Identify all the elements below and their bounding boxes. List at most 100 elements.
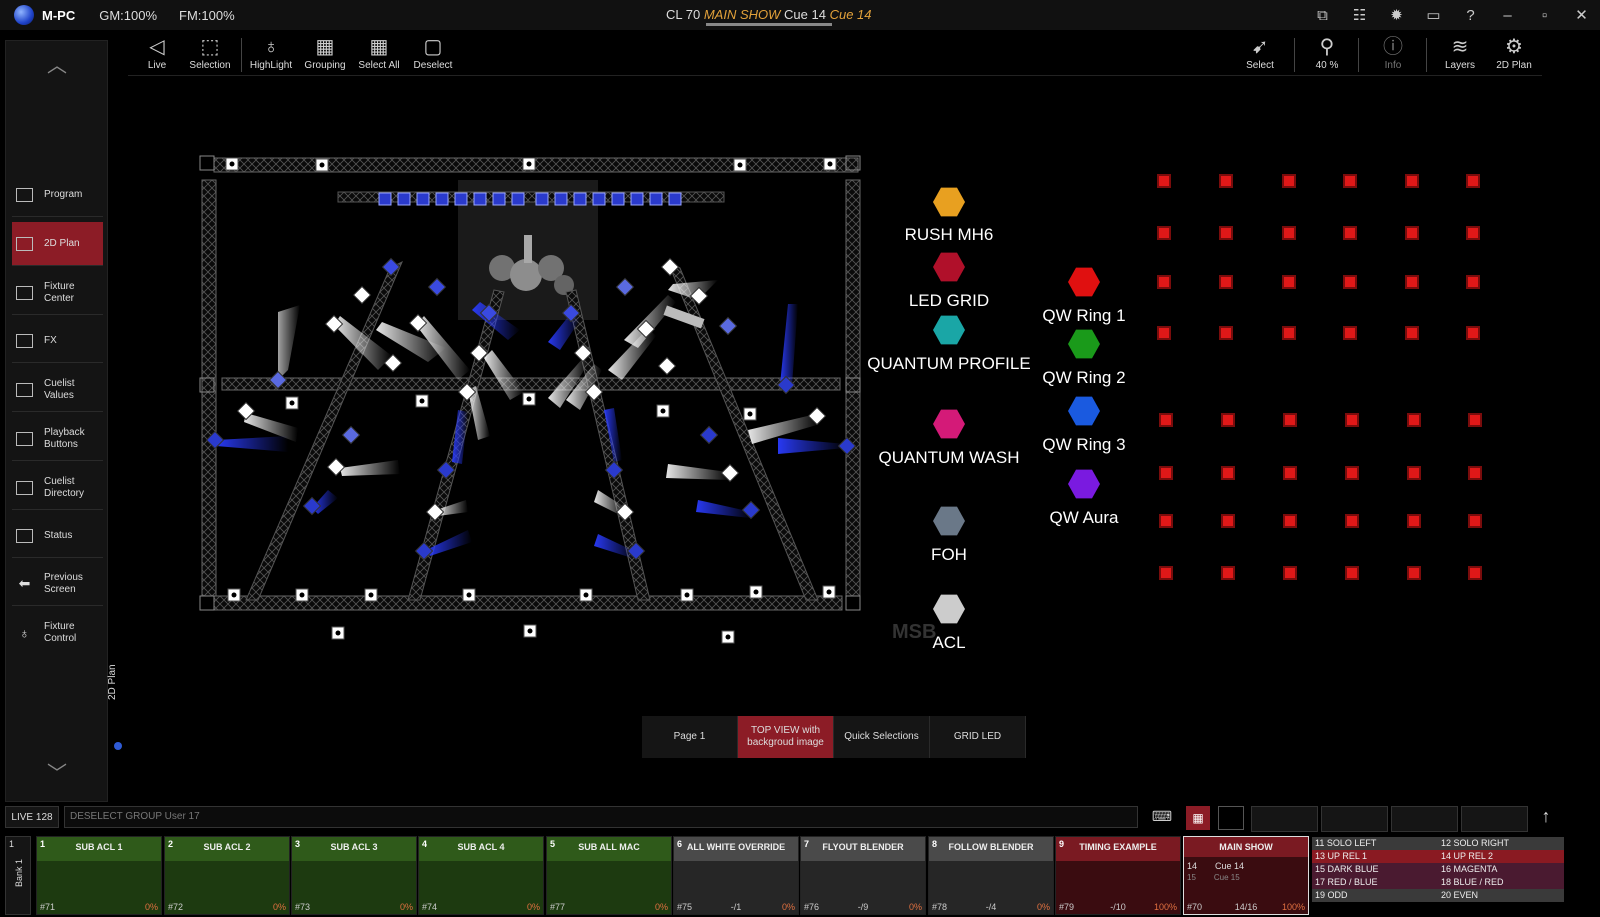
led-pixel[interactable] [1468,566,1482,580]
tab-top-view[interactable]: TOP VIEW with backgroud image [738,716,834,758]
nav-item-fx[interactable]: FX [12,319,103,363]
led-pixel[interactable] [1157,275,1171,289]
led-pixel[interactable] [1407,514,1421,528]
led-pixel[interactable] [1282,174,1296,188]
close-icon[interactable]: ✕ [1563,6,1600,24]
tab-page-1[interactable]: Page 1 [642,716,738,758]
led-pixel[interactable] [1466,275,1480,289]
layers-button[interactable]: ≋ Layers [1433,34,1487,71]
led-pixel[interactable] [1221,514,1235,528]
screens-icon[interactable]: ⧉ [1304,7,1341,24]
quick-playback-item[interactable]: 15 DARK BLUE [1312,863,1438,876]
led-pixel[interactable] [1283,514,1297,528]
led-pixel[interactable] [1405,226,1419,240]
led-pixel[interactable] [1343,275,1357,289]
executor-6[interactable]: 6 ALL WHITE OVERRIDE #75 -/1 0% [673,836,799,915]
nav-item-previous-screen[interactable]: ⬅ Previous Screen [12,562,103,606]
executor-9[interactable]: 9 TIMING EXAMPLE #79 -/10 100% [1055,836,1181,915]
live-mode-indicator[interactable]: LIVE 128 [5,806,59,828]
executor-8[interactable]: 8 FOLLOW BLENDER #78 -/4 0% [928,836,1054,915]
select-all-button[interactable]: ▦ Select All [352,34,406,71]
led-pixel[interactable] [1219,174,1233,188]
led-pixel[interactable] [1343,174,1357,188]
grouping-button[interactable]: ▦ Grouping [298,34,352,71]
2d-plan-settings-button[interactable]: ⚙ 2D Plan [1487,34,1541,71]
led-pixel[interactable] [1159,566,1173,580]
executor-5[interactable]: 5 SUB ALL MAC #77 0% [546,836,672,915]
2d-plan-canvas[interactable]: MSB RUSH MH6 LED GRID QUANTUM PROFILE QU… [128,80,1542,712]
led-pixel[interactable] [1283,413,1297,427]
led-pixel[interactable] [1343,326,1357,340]
led-pixel[interactable] [1282,226,1296,240]
scroll-down-chevron-icon[interactable]: ﹀ [43,757,71,785]
nav-item-cuelist-values[interactable]: Cuelist Values [12,368,103,412]
led-pixel[interactable] [1157,326,1171,340]
led-pixel[interactable] [1466,326,1480,340]
led-pixel[interactable] [1159,413,1173,427]
shortcut-slot[interactable] [1461,806,1528,832]
executor-3[interactable]: 3 SUB ACL 3 #73 0% [291,836,417,915]
selection-button[interactable]: ⬚ Selection [183,34,237,71]
led-pixel[interactable] [1345,566,1359,580]
shortcut-slot[interactable] [1391,806,1458,832]
quick-playback-item[interactable]: 13 UP REL 1 [1312,850,1438,863]
led-pixel[interactable] [1345,514,1359,528]
quick-playback-item[interactable]: 11 SOLO LEFT [1312,837,1438,850]
executor-4[interactable]: 4 SUB ACL 4 #74 0% [418,836,544,915]
led-pixel[interactable] [1221,566,1235,580]
group-label[interactable]: QW Ring 2 [1042,368,1125,388]
led-pixel[interactable] [1407,413,1421,427]
led-pixel[interactable] [1159,466,1173,480]
executor-2[interactable]: 2 SUB ACL 2 #72 0% [164,836,290,915]
led-pixel[interactable] [1407,466,1421,480]
led-pixel[interactable] [1345,413,1359,427]
led-pixel[interactable] [1468,514,1482,528]
group-label[interactable]: QW Ring 1 [1042,306,1125,326]
bank-selector[interactable]: 1 Bank 1 [5,836,31,915]
executor-10[interactable]: 10MAIN SHOW#7014/16100%14Cue 1415Cue 15 [1183,836,1309,915]
tab-quick-selections[interactable]: Quick Selections [834,716,930,758]
quick-playback-item[interactable]: 19 ODD [1312,889,1438,902]
led-pixel[interactable] [1219,275,1233,289]
group-label[interactable]: QW Ring 3 [1042,435,1125,455]
quick-playback-item[interactable]: 17 RED / BLUE [1312,876,1438,889]
minimize-icon[interactable]: – [1489,7,1526,24]
executor-7[interactable]: 7 FLYOUT BLENDER #76 -/9 0% [800,836,926,915]
group-label[interactable]: QUANTUM PROFILE [867,354,1030,374]
group-label[interactable]: RUSH MH6 [905,225,994,245]
square-view-button[interactable] [1218,806,1244,830]
group-label[interactable]: FOH [931,545,967,565]
nav-item-fixture-center[interactable]: Fixture Center [12,271,103,315]
maximize-icon[interactable]: ▫ [1526,7,1563,24]
led-pixel[interactable] [1468,413,1482,427]
led-pixel[interactable] [1219,226,1233,240]
quick-playback-item[interactable]: 16 MAGENTA [1438,863,1564,876]
quick-playback-item[interactable]: 12 SOLO RIGHT [1438,837,1564,850]
select-tool-button[interactable]: ➹ Select [1233,34,1287,71]
arrow-up-icon[interactable]: ↑ [1534,806,1558,830]
settings-gear-icon[interactable]: ✹ [1378,6,1415,24]
shortcut-slot[interactable] [1251,806,1318,832]
led-pixel[interactable] [1283,566,1297,580]
group-label[interactable]: QUANTUM WASH [878,448,1019,468]
led-pixel[interactable] [1283,466,1297,480]
led-pixel[interactable] [1466,226,1480,240]
led-pixel[interactable] [1157,226,1171,240]
keyboard-icon[interactable]: ⌨ [1146,808,1178,826]
nav-item-status[interactable]: Status [12,514,103,558]
display-icon[interactable]: ▭ [1415,6,1452,24]
executor-1[interactable]: 1 SUB ACL 1 #71 0% [36,836,162,915]
nav-item-playback-buttons[interactable]: Playback Buttons [12,417,103,461]
led-pixel[interactable] [1219,326,1233,340]
grid-view-icon[interactable]: ▦ [1186,806,1210,830]
info-button[interactable]: ⓘ Info [1366,34,1420,71]
led-pixel[interactable] [1345,466,1359,480]
nav-item-program[interactable]: Program [12,173,103,217]
quick-playback-item[interactable]: 18 BLUE / RED [1438,876,1564,889]
deselect-button[interactable]: ▢ Deselect [406,34,460,71]
quick-playback-item[interactable]: 20 EVEN [1438,889,1564,902]
highlight-button[interactable]: ♁ HighLight [244,34,298,71]
group-label[interactable]: ACL [932,633,965,653]
group-label[interactable]: LED GRID [909,291,989,311]
nav-item-fixture-control[interactable]: ♁ Fixture Control [12,611,103,655]
